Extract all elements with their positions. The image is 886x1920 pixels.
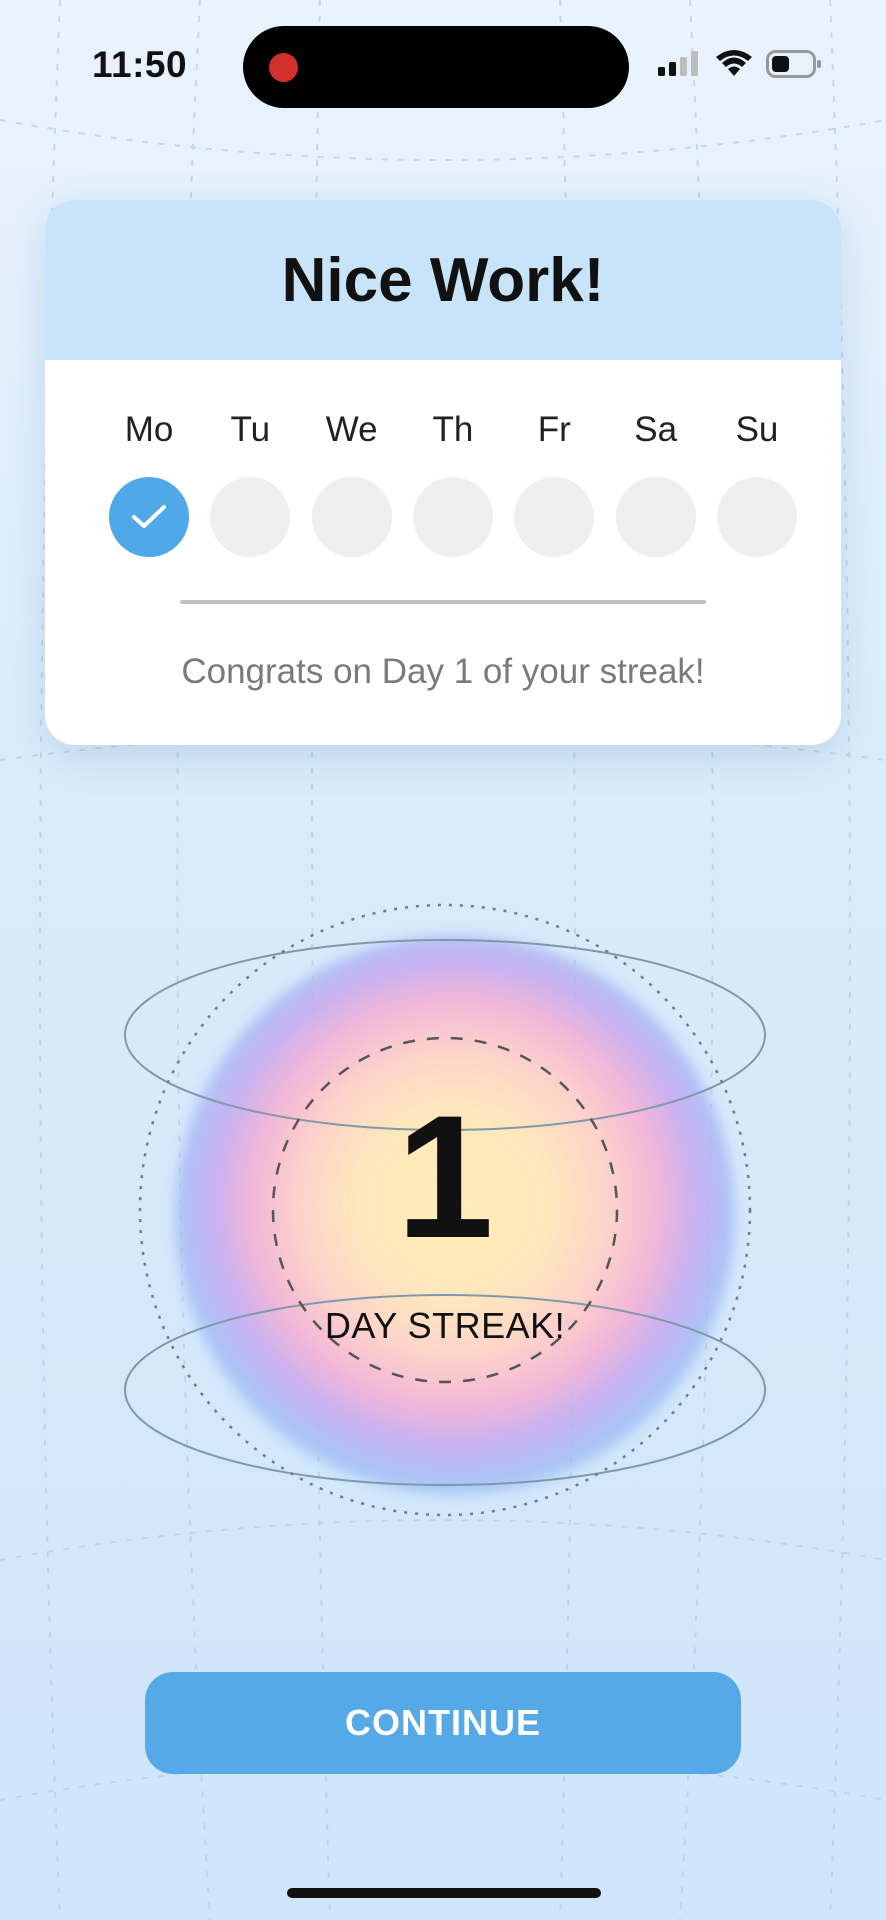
status-bar: 11:50 — [0, 0, 886, 130]
streak-count: 1 — [396, 1080, 494, 1275]
status-time: 11:50 — [92, 44, 188, 85]
dynamic-island — [243, 26, 629, 108]
streak-message: Congrats on Day 1 of your streak! — [181, 652, 705, 691]
status-icons — [658, 50, 822, 78]
day-friday: Fr — [514, 405, 595, 557]
day-status-empty — [514, 477, 595, 557]
day-status-empty — [716, 477, 797, 557]
streak-label: DAY STREAK! — [324, 1305, 566, 1346]
card-header: Nice Work! — [45, 200, 841, 360]
day-status-empty — [412, 477, 493, 557]
card-divider — [180, 600, 706, 604]
continue-button[interactable]: CONTINUE — [145, 1672, 741, 1774]
wifi-icon — [716, 50, 752, 76]
day-label: Th — [432, 410, 474, 449]
home-indicator[interactable] — [287, 1888, 601, 1898]
day-label: Tu — [230, 410, 271, 449]
checkmark-icon — [132, 505, 166, 528]
day-saturday: Sa — [615, 405, 696, 557]
day-label: Fr — [537, 410, 571, 449]
streak-orb: 1 DAY STREAK! — [120, 880, 770, 1540]
day-label: Sa — [634, 410, 678, 449]
cellular-signal-icon — [658, 51, 698, 76]
battery-icon — [766, 50, 821, 78]
day-label: Su — [735, 410, 779, 449]
recording-indicator-icon — [269, 53, 298, 82]
day-tuesday: Tu — [210, 405, 291, 557]
day-label: Mo — [124, 410, 174, 449]
day-thursday: Th — [412, 405, 493, 557]
week-days-row: Mo Tu We Th Fr Sa Su — [109, 405, 797, 557]
day-status-empty — [615, 477, 696, 557]
day-status-empty — [311, 477, 392, 557]
day-status-empty — [210, 477, 291, 557]
day-status-completed — [109, 477, 189, 557]
day-wednesday: We — [311, 405, 392, 557]
day-monday: Mo — [109, 405, 189, 557]
card-title: Nice Work! — [281, 245, 605, 315]
day-label: We — [325, 410, 378, 449]
streak-card: Nice Work! Mo Tu We Th Fr Sa Su Congrats… — [45, 200, 841, 745]
day-sunday: Su — [716, 405, 797, 557]
